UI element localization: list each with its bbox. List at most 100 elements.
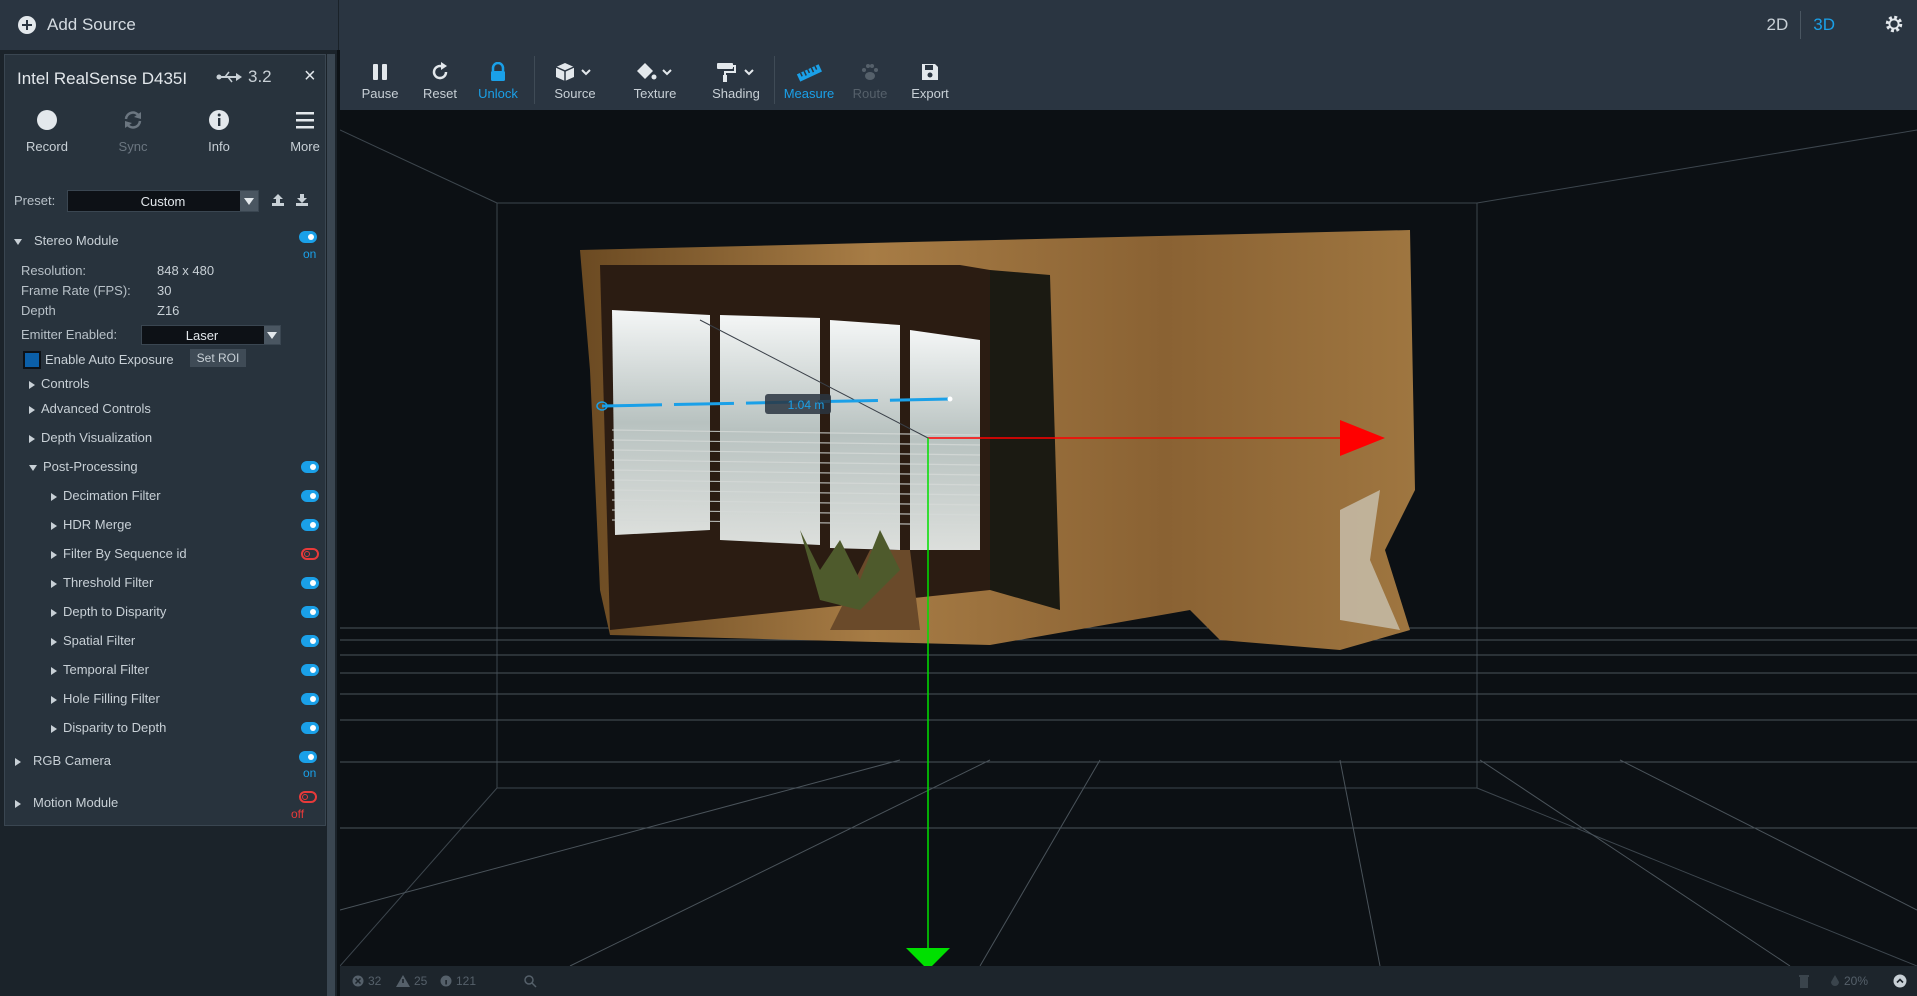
emitter-label: Emitter Enabled: xyxy=(21,327,118,342)
usb-icon xyxy=(216,71,242,83)
auto-exposure-checkbox[interactable] xyxy=(23,351,41,369)
chevron-right-icon xyxy=(51,724,57,733)
paint-bucket-icon xyxy=(637,63,672,80)
reset-button[interactable]: Reset xyxy=(412,50,468,110)
info-icon xyxy=(209,110,229,130)
preset-select[interactable]: Custom xyxy=(67,190,259,212)
chevron-up-icon[interactable] xyxy=(1893,974,1907,988)
ground-grid xyxy=(340,627,1917,966)
advanced-controls-item[interactable]: Advanced Controls xyxy=(29,401,151,416)
filter-toggle[interactable] xyxy=(301,577,319,589)
filter-toggle[interactable] xyxy=(301,606,319,618)
stereo-module-title: Stereo Module xyxy=(34,233,119,248)
export-button[interactable]: Export xyxy=(902,50,958,110)
info-count[interactable]: 121 xyxy=(440,974,476,988)
save-icon xyxy=(922,64,938,80)
info-value: 121 xyxy=(456,974,477,988)
filter-toggle[interactable] xyxy=(301,693,319,705)
filter-item[interactable]: HDR Merge xyxy=(51,517,132,532)
info-button[interactable]: Info xyxy=(179,103,259,154)
set-roi-button[interactable]: Set ROI xyxy=(190,349,246,367)
route-label: Route xyxy=(852,86,888,101)
shading-button[interactable]: Shading xyxy=(700,50,772,110)
more-button[interactable]: More xyxy=(265,103,345,154)
measure-button[interactable]: Measure xyxy=(778,50,840,110)
3d-viewport[interactable]: 1.04 m xyxy=(340,110,1917,966)
add-source-button[interactable]: Add Source xyxy=(0,0,339,50)
filter-toggle[interactable] xyxy=(301,548,319,560)
sidebar-scrollbar[interactable] xyxy=(327,54,335,996)
filter-label: HDR Merge xyxy=(63,517,132,532)
view-2d-button[interactable]: 2D xyxy=(1755,15,1801,35)
point-cloud-view[interactable] xyxy=(340,110,1917,966)
y-axis-arrow xyxy=(906,948,950,966)
post-processing-item[interactable]: Post-Processing xyxy=(29,459,138,474)
filter-label: Filter By Sequence id xyxy=(63,546,187,561)
motion-module-toggle[interactable] xyxy=(299,791,317,803)
preset-value: Custom xyxy=(140,193,186,209)
filter-item[interactable]: Decimation Filter xyxy=(51,488,161,503)
filter-label: Depth to Disparity xyxy=(63,604,167,619)
filter-item[interactable]: Threshold Filter xyxy=(51,575,153,590)
filter-label: Decimation Filter xyxy=(63,488,161,503)
stereo-module-header[interactable]: Stereo Module xyxy=(14,233,119,248)
sync-button[interactable]: Sync xyxy=(93,103,173,154)
toolbar-divider xyxy=(534,56,535,104)
ruler-icon xyxy=(796,64,822,82)
chevron-right-icon xyxy=(51,666,57,675)
filter-item[interactable]: Temporal Filter xyxy=(51,662,149,677)
usb-version: 3.2 xyxy=(248,67,272,86)
depth-visualization-item[interactable]: Depth Visualization xyxy=(29,430,152,445)
download-icon[interactable] xyxy=(295,193,309,207)
controls-item[interactable]: Controls xyxy=(29,376,89,391)
pause-button[interactable]: Pause xyxy=(352,50,408,110)
errors-count[interactable]: 32 xyxy=(352,974,381,988)
info-label: Info xyxy=(208,139,230,154)
post-processing-label: Post-Processing xyxy=(43,459,138,474)
filter-toggle[interactable] xyxy=(301,664,319,676)
depth-format-value[interactable]: Z16 xyxy=(157,303,179,318)
filter-toggle[interactable] xyxy=(301,490,319,502)
top-bar: Add Source 2D 3D xyxy=(0,0,1917,50)
close-device-button[interactable]: × xyxy=(304,65,316,88)
filter-item[interactable]: Depth to Disparity xyxy=(51,604,166,619)
warnings-count[interactable]: 25 xyxy=(396,974,427,988)
depth-format-label: Depth xyxy=(21,303,56,318)
source-button[interactable]: Source xyxy=(540,50,610,110)
rgb-camera-toggle[interactable] xyxy=(299,751,317,763)
filter-item[interactable]: Disparity to Depth xyxy=(51,720,166,735)
search-icon[interactable] xyxy=(524,975,537,988)
stereo-module-toggle[interactable] xyxy=(299,231,317,243)
view-3d-button[interactable]: 3D xyxy=(1801,15,1847,35)
filter-toggle[interactable] xyxy=(301,635,319,647)
unlock-label: Unlock xyxy=(478,86,518,101)
filter-toggle[interactable] xyxy=(301,519,319,531)
fps-value[interactable]: 30 xyxy=(157,283,171,298)
trash-icon[interactable] xyxy=(1799,974,1809,988)
resolution-value[interactable]: 848 x 480 xyxy=(157,263,214,278)
chevron-right-icon xyxy=(15,757,21,766)
chevron-down-icon xyxy=(14,238,22,245)
auto-exposure-label: Enable Auto Exposure xyxy=(45,352,174,367)
opacity-indicator[interactable]: 20% xyxy=(1830,974,1868,988)
filter-label: Threshold Filter xyxy=(63,575,154,590)
emitter-select[interactable]: Laser xyxy=(141,325,281,345)
viewer-toolbar: Pause Reset Unlock Source Texture Shadin… xyxy=(340,50,1917,110)
rgb-camera-header[interactable]: RGB Camera xyxy=(15,753,111,768)
chevron-right-icon xyxy=(29,380,35,389)
upload-icon[interactable] xyxy=(271,193,285,207)
route-button[interactable]: Route xyxy=(842,50,898,110)
device-panel: Intel RealSense D435I 3.2 × Record Sync … xyxy=(4,54,326,826)
motion-module-header[interactable]: Motion Module xyxy=(15,795,118,810)
record-button[interactable]: Record xyxy=(7,103,87,154)
filter-toggle[interactable] xyxy=(301,722,319,734)
filter-item[interactable]: Filter By Sequence id xyxy=(51,546,187,561)
unlock-button[interactable]: Unlock xyxy=(470,50,526,110)
texture-button[interactable]: Texture xyxy=(620,50,690,110)
post-processing-toggle[interactable] xyxy=(301,461,319,473)
filter-item[interactable]: Hole Filling Filter xyxy=(51,691,160,706)
record-label: Record xyxy=(26,139,68,154)
gear-icon[interactable] xyxy=(1883,13,1905,35)
filter-item[interactable]: Spatial Filter xyxy=(51,633,135,648)
export-label: Export xyxy=(911,86,949,101)
